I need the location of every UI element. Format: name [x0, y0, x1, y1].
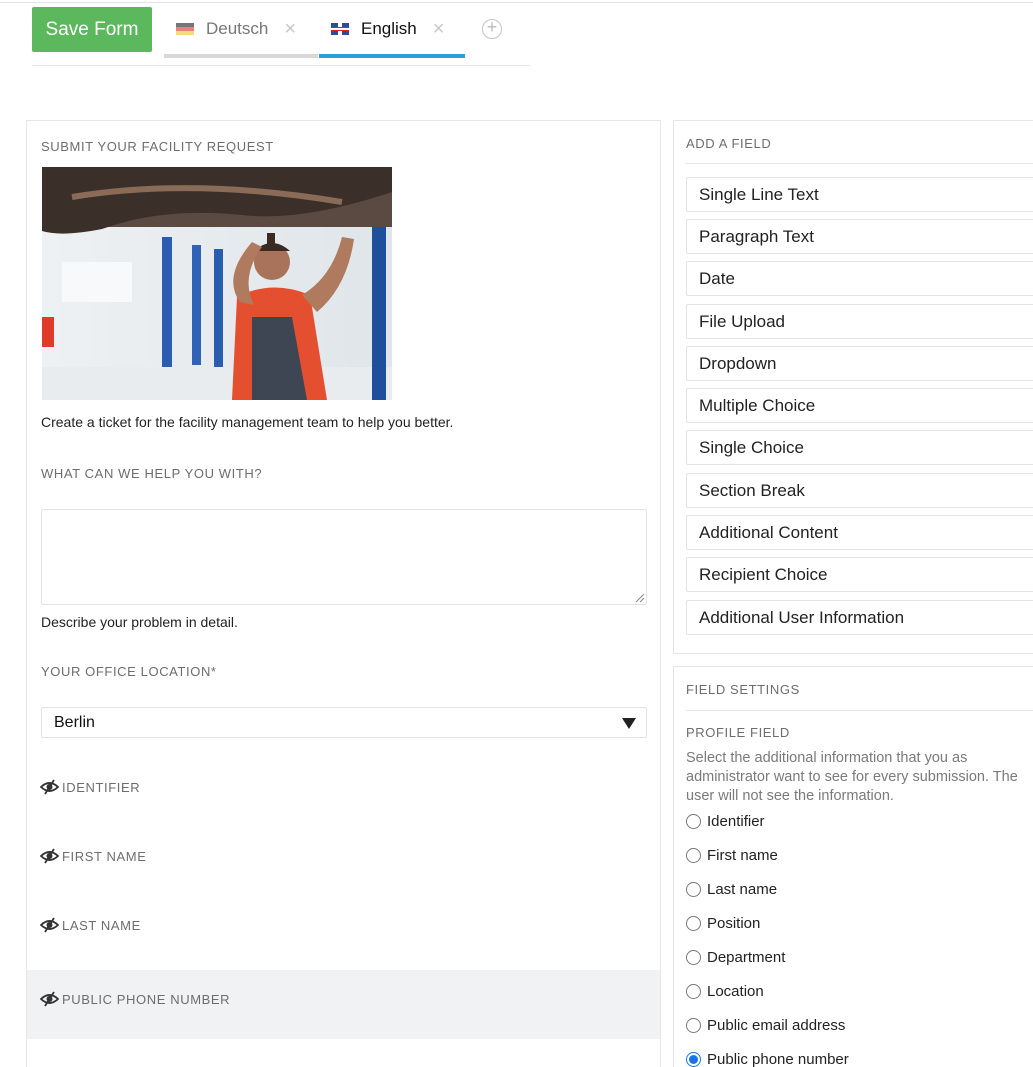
add-dropdown-button[interactable]: Dropdown: [686, 346, 1033, 381]
add-multiple-choice-button[interactable]: Multiple Choice: [686, 388, 1033, 423]
question-label: WHAT CAN WE HELP YOU WITH?: [41, 466, 263, 481]
add-date-button[interactable]: Date: [686, 261, 1033, 296]
help-textarea[interactable]: [41, 509, 647, 605]
radio-label: Public phone number: [707, 1051, 849, 1067]
help-text: Describe your problem in detail.: [41, 614, 238, 630]
hidden-eye-icon: [40, 848, 59, 864]
profile-field-row[interactable]: LAST NAME: [27, 896, 660, 965]
radio-button[interactable]: [686, 950, 701, 965]
profile-field-label: FIRST NAME: [62, 848, 147, 864]
radio-button[interactable]: [686, 882, 701, 897]
add-language-icon[interactable]: +: [482, 18, 502, 39]
divider: [686, 710, 1033, 711]
profile-field-row[interactable]: FIRST NAME: [27, 827, 660, 896]
field-settings-panel: FIELD SETTINGS PROFILE FIELD Select the …: [673, 666, 1033, 1067]
radio-button[interactable]: [686, 848, 701, 863]
profile-field-description: Select the additional information that y…: [686, 750, 1018, 804]
office-location-select[interactable]: Berlin: [41, 707, 647, 738]
radio-button[interactable]: [686, 1018, 701, 1033]
radio-button[interactable]: [686, 984, 701, 999]
uk-flag-icon: [331, 23, 349, 35]
resize-handle-icon[interactable]: [635, 593, 645, 603]
add-additional-user-information-button[interactable]: Additional User Information: [686, 600, 1033, 635]
form-header-image[interactable]: [42, 167, 392, 400]
add-recipient-choice-button[interactable]: Recipient Choice: [686, 557, 1033, 592]
add-single-choice-button[interactable]: Single Choice: [686, 430, 1033, 465]
profile-field-label: IDENTIFIER: [62, 779, 141, 795]
radio-button[interactable]: [686, 814, 701, 829]
radio-identifier[interactable]: Identifier: [686, 813, 765, 830]
location-label: YOUR OFFICE LOCATION*: [41, 664, 217, 679]
profile-field-row[interactable]: IDENTIFIER: [27, 758, 660, 827]
close-icon[interactable]: ×: [284, 18, 296, 41]
caret-down-icon: [622, 718, 636, 729]
radio-label: Department: [707, 949, 786, 966]
add-field-panel: ADD A FIELD Single Line Text Paragraph T…: [673, 120, 1033, 654]
profile-field-heading: PROFILE FIELD: [686, 725, 790, 740]
divider: [686, 163, 1033, 164]
radio-label: Location: [707, 983, 764, 1000]
tab-deutsch[interactable]: Deutsch ×: [164, 4, 318, 58]
save-form-button[interactable]: Save Form: [32, 7, 152, 52]
tab-english[interactable]: English ×: [319, 4, 465, 58]
form-preview-panel: SUBMIT YOUR FACILITY REQUEST Create a ti…: [26, 120, 661, 1067]
add-single-line-text-button[interactable]: Single Line Text: [686, 177, 1033, 212]
radio-last-name[interactable]: Last name: [686, 881, 777, 898]
radio-label: Last name: [707, 881, 778, 898]
radio-first-name[interactable]: First name: [686, 847, 778, 864]
profile-field-label: PUBLIC PHONE NUMBER: [62, 991, 231, 1007]
radio-public-email-address[interactable]: Public email address: [686, 1017, 845, 1034]
radio-button[interactable]: [686, 916, 701, 931]
field-settings-title: FIELD SETTINGS: [686, 682, 800, 697]
radio-public-phone-number[interactable]: Public phone number: [686, 1051, 849, 1067]
radio-department[interactable]: Department: [686, 949, 785, 966]
radio-label: First name: [707, 847, 778, 864]
add-section-break-button[interactable]: Section Break: [686, 473, 1033, 508]
language-tab-bar: Save Form Deutsch × English × +: [32, 4, 530, 66]
profile-field-row-selected[interactable]: PUBLIC PHONE NUMBER: [27, 970, 660, 1039]
add-additional-content-button[interactable]: Additional Content: [686, 515, 1033, 550]
hidden-eye-icon: [40, 991, 59, 1007]
profile-field-label: LAST NAME: [62, 917, 141, 933]
form-intro-text: Create a ticket for the facility managem…: [41, 414, 454, 430]
mechanic-photo: [42, 167, 392, 400]
radio-position[interactable]: Position: [686, 915, 760, 932]
tab-label: Deutsch: [206, 19, 269, 38]
hidden-eye-icon: [40, 779, 59, 795]
radio-button-selected[interactable]: [686, 1052, 701, 1067]
add-paragraph-text-button[interactable]: Paragraph Text: [686, 219, 1033, 254]
close-icon[interactable]: ×: [433, 18, 445, 41]
top-divider: [0, 2, 1033, 3]
form-title: SUBMIT YOUR FACILITY REQUEST: [41, 139, 274, 154]
radio-label: Public email address: [707, 1017, 846, 1034]
select-value: Berlin: [54, 714, 95, 731]
hidden-eye-icon: [40, 917, 59, 933]
radio-label: Position: [707, 915, 761, 932]
de-flag-icon: [176, 23, 194, 35]
add-field-title: ADD A FIELD: [686, 136, 772, 151]
tab-label: English: [361, 19, 417, 38]
radio-label: Identifier: [707, 813, 765, 830]
radio-location[interactable]: Location: [686, 983, 764, 1000]
add-file-upload-button[interactable]: File Upload: [686, 304, 1033, 339]
